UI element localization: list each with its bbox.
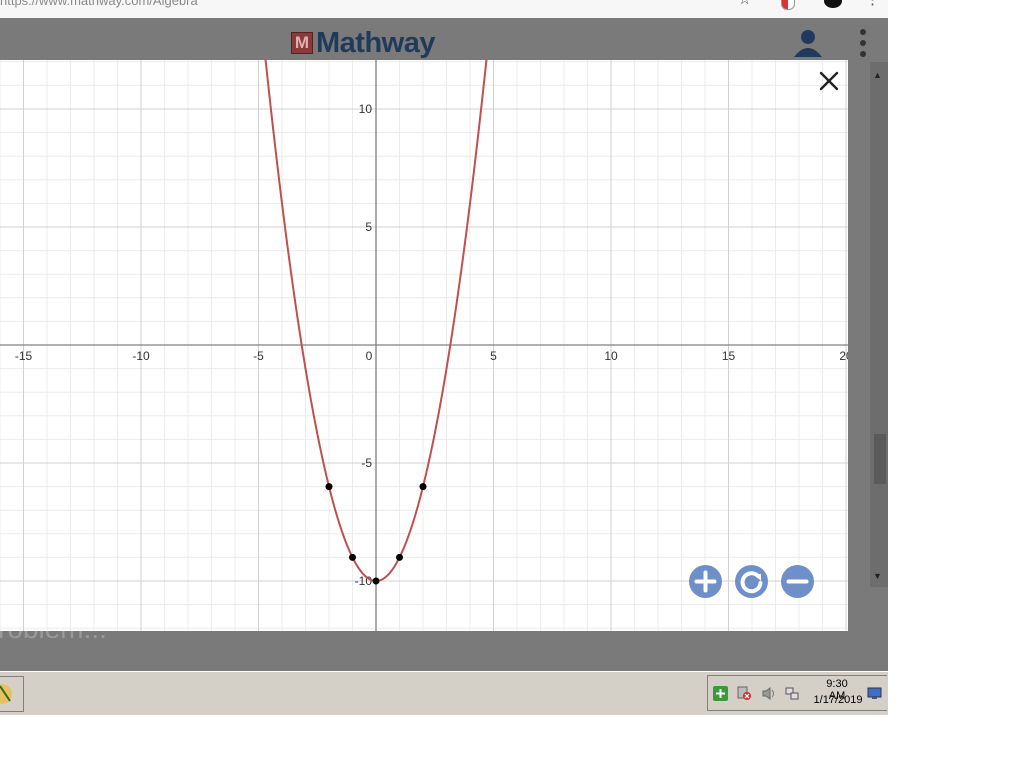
scrollbar-track[interactable] [870, 62, 888, 587]
logo-mark: M [291, 32, 313, 54]
x-tick-label: 0 [366, 349, 373, 363]
data-point [372, 577, 380, 585]
profile-avatar-icon[interactable] [824, 0, 842, 8]
mathway-logo[interactable]: M Mathway [291, 27, 435, 59]
data-point [396, 553, 403, 561]
x-tick-label: 5 [490, 349, 497, 363]
data-point [325, 483, 333, 491]
function-graph[interactable]: -15 -10 -5 0 5 10 15 20 10 5 -5 -10 [0, 60, 848, 631]
scroll-up-arrow-icon[interactable]: ▲ [873, 70, 882, 80]
x-tick-label: -5 [253, 349, 264, 363]
data-point [349, 553, 356, 561]
kebab-menu-icon[interactable] [857, 27, 869, 59]
logo-text: Mathway [316, 26, 435, 59]
star-icon[interactable]: ☆ [738, 0, 751, 8]
minus-circle-icon [786, 579, 809, 584]
reset-view-button[interactable] [735, 565, 768, 598]
taskbar [0, 671, 888, 715]
y-tick-label: 10 [359, 102, 373, 116]
zoom-in-button[interactable] [689, 565, 722, 598]
screen: https://www.mathway.com/Algebra ☆ ⋮ M Ma… [0, 0, 888, 715]
close-button[interactable] [812, 66, 846, 96]
shield-extension-icon[interactable] [781, 0, 795, 10]
x-tick-label: -15 [15, 349, 33, 363]
close-icon [819, 71, 839, 91]
x-tick-label: 20 [839, 349, 848, 363]
shield-plus-icon[interactable] [713, 686, 728, 701]
x-tick-label: 10 [604, 349, 618, 363]
zoom-out-button[interactable] [781, 565, 814, 598]
scroll-down-arrow-icon[interactable]: ▼ [873, 571, 882, 581]
x-tick-label: -10 [132, 349, 150, 363]
y-tick-label: -5 [361, 456, 372, 470]
network-icon[interactable] [785, 686, 800, 701]
x-tick-label: 15 [722, 349, 736, 363]
y-tick-label: 5 [365, 220, 372, 234]
user-icon[interactable] [792, 27, 824, 59]
volume-icon[interactable] [761, 686, 776, 701]
clock-date[interactable]: 1/17/2019 [810, 694, 866, 706]
kebab-menu-icon[interactable]: ⋮ [865, 0, 880, 8]
y-tick-label: -10 [355, 574, 373, 588]
start-button[interactable] [0, 676, 24, 712]
browser-address-bar[interactable]: https://www.mathway.com/Algebra ☆ ⋮ [0, 0, 888, 18]
network-warning-icon[interactable] [737, 686, 752, 701]
windows-logo-icon [0, 684, 12, 704]
monitor-icon[interactable] [867, 686, 882, 701]
graph-panel[interactable]: -15 -10 -5 0 5 10 15 20 10 5 -5 -10 [0, 60, 848, 631]
plus-circle-icon [694, 570, 717, 593]
url-text[interactable]: https://www.mathway.com/Algebra [0, 0, 198, 8]
scrollbar-thumb[interactable] [874, 434, 886, 484]
refresh-icon [740, 571, 763, 594]
data-point [419, 483, 427, 491]
